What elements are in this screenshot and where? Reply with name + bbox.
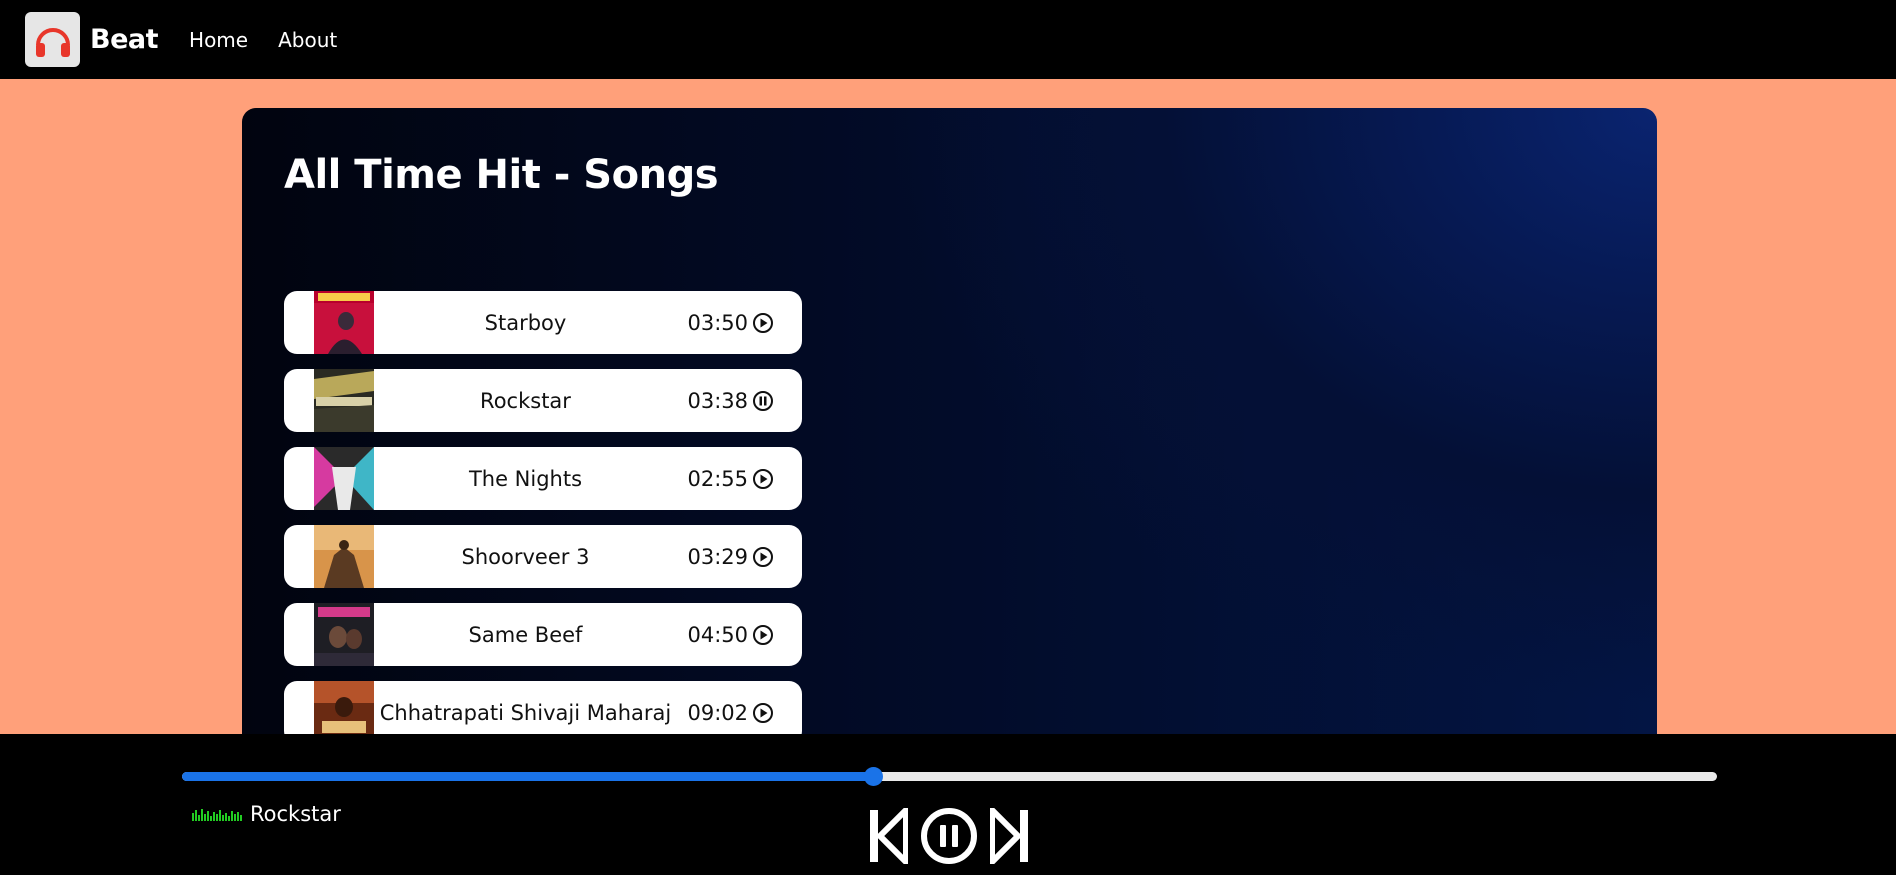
song-duration: 03:38 bbox=[687, 388, 748, 413]
brand-name[interactable]: Beat bbox=[90, 24, 159, 55]
headphones-icon bbox=[35, 27, 70, 57]
logo[interactable] bbox=[25, 12, 80, 67]
album-cover-rockstar bbox=[314, 369, 374, 432]
navbar: Beat Home About bbox=[0, 0, 1896, 79]
song-duration: 02:55 bbox=[687, 466, 748, 491]
song-duration: 03:50 bbox=[687, 310, 748, 335]
progress-bar[interactable] bbox=[182, 767, 1717, 786]
song-item-same-beef[interactable]: Same Beef 04:50 bbox=[284, 603, 802, 666]
nav-link-about[interactable]: About bbox=[278, 28, 337, 52]
song-title: Same Beef bbox=[468, 622, 583, 647]
pause-circle-icon[interactable] bbox=[920, 807, 978, 865]
progress-thumb[interactable] bbox=[863, 767, 883, 786]
play-circle-icon[interactable] bbox=[752, 624, 774, 646]
progress-fill bbox=[182, 772, 873, 781]
equalizer-icon bbox=[192, 807, 244, 821]
songs-panel: All Time Hit - Songs Starboy 03:50 Rocks… bbox=[242, 108, 1657, 768]
song-duration: 09:02 bbox=[687, 700, 748, 725]
play-circle-icon[interactable] bbox=[752, 468, 774, 490]
pause-circle-icon[interactable] bbox=[752, 390, 774, 412]
nav-link-home[interactable]: Home bbox=[189, 28, 248, 52]
now-playing: Rockstar bbox=[192, 802, 341, 826]
song-title: Shoorveer 3 bbox=[461, 544, 590, 569]
song-duration: 04:50 bbox=[687, 622, 748, 647]
player-bar: Rockstar bbox=[0, 734, 1896, 875]
playback-controls bbox=[868, 807, 1030, 865]
album-cover-starboy bbox=[314, 291, 374, 354]
next-icon[interactable] bbox=[990, 808, 1030, 864]
song-item-the-nights[interactable]: The Nights 02:55 bbox=[284, 447, 802, 510]
album-cover-same-beef bbox=[314, 603, 374, 666]
song-list: Starboy 03:50 Rockstar 03:38 The Nights … bbox=[284, 291, 802, 759]
previous-icon[interactable] bbox=[868, 808, 908, 864]
play-circle-icon[interactable] bbox=[752, 702, 774, 724]
song-duration: 03:29 bbox=[687, 544, 748, 569]
play-circle-icon[interactable] bbox=[752, 546, 774, 568]
album-cover-shoorveer-3 bbox=[314, 525, 374, 588]
song-title: Rockstar bbox=[480, 388, 571, 413]
song-title: The Nights bbox=[468, 466, 583, 491]
song-title: Starboy bbox=[484, 310, 567, 335]
now-playing-title: Rockstar bbox=[250, 802, 341, 826]
play-circle-icon[interactable] bbox=[752, 312, 774, 334]
page-title: All Time Hit - Songs bbox=[284, 152, 719, 198]
album-cover-the-nights bbox=[314, 447, 374, 510]
song-item-starboy[interactable]: Starboy 03:50 bbox=[284, 291, 802, 354]
song-item-rockstar[interactable]: Rockstar 03:38 bbox=[284, 369, 802, 432]
song-item-shoorveer-3[interactable]: Shoorveer 3 03:29 bbox=[284, 525, 802, 588]
